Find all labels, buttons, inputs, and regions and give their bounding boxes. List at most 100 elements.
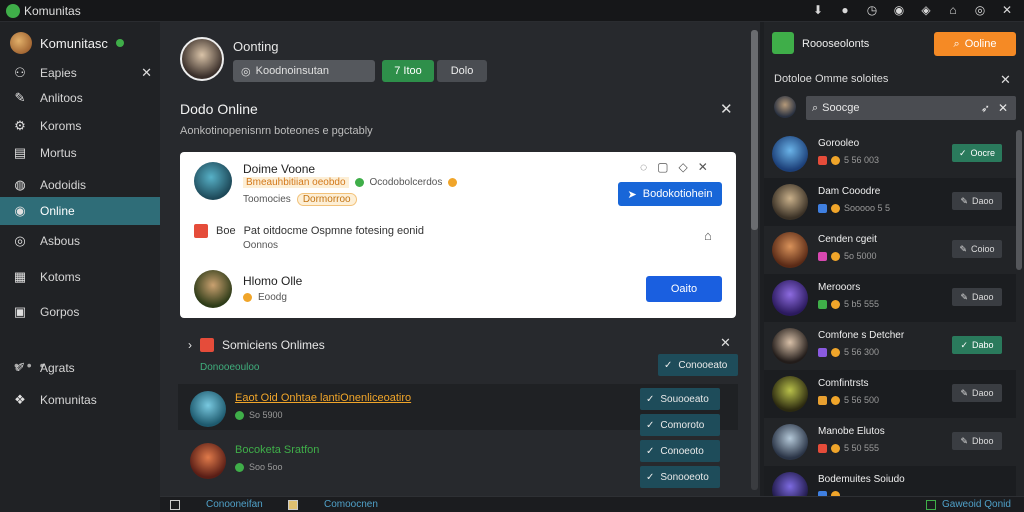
sidebar-item-agrats[interactable]: ✐ Agrats	[0, 354, 160, 382]
member-row[interactable]: Comfone s Detcher 5 56 300 ✓ Dabo	[764, 322, 1016, 370]
right-scrollbar[interactable]	[1016, 130, 1022, 270]
document-icon: ▤	[13, 145, 27, 160]
member-row[interactable]: Manobe Elutos 5 50 555 ✎ Dboo	[764, 418, 1016, 466]
online-icon	[926, 499, 936, 510]
community-row-button[interactable]: ✓ Souooeato	[640, 388, 720, 410]
community-row-name: Bocoketa Sratfon	[235, 444, 320, 456]
member-meta-text: 5 56 003	[844, 155, 880, 165]
sidebar-item-anlitoos[interactable]: ✎ Anlitoos	[0, 84, 160, 112]
shield-icon[interactable]: ◇	[678, 160, 687, 174]
member-row[interactable]: Dam Cooodre Sooooo 5 5 ✎ Daoo	[764, 178, 1016, 226]
member-avatar	[772, 136, 808, 172]
sidebar-item-komunitas[interactable]: ❖ Komunitas	[0, 386, 160, 414]
close-icon[interactable]: ✕	[698, 160, 708, 174]
sidebar-item-eapies[interactable]: ⚇ Eapies	[0, 59, 160, 87]
pin-icon[interactable]: ➶	[981, 102, 990, 115]
notification-icon[interactable]: ◈	[919, 3, 933, 17]
user-avatar[interactable]	[194, 162, 232, 200]
download-icon[interactable]: ⬇	[811, 3, 825, 17]
bell-icon[interactable]: ●	[838, 3, 852, 17]
send-icon: ➤	[627, 188, 637, 201]
card-actions: ◌ ▢ ◇ ✕	[640, 160, 708, 174]
primary-action-button[interactable]: ➤ Bodokotiohein	[618, 182, 722, 206]
community-row-button[interactable]: ✓ Conoeoto	[640, 440, 720, 462]
sidebar-item-online[interactable]: ◉ Online	[0, 197, 160, 225]
close-window-icon[interactable]: ✕	[1000, 3, 1014, 17]
check-icon: ✓	[958, 147, 967, 158]
member-row[interactable]: Cenden cgeit 5o 5000 ✎ Coioo	[764, 226, 1016, 274]
panel-search-input[interactable]: ⌕ Soocge ➶ ✕	[806, 96, 1016, 120]
secondary-action-button[interactable]: Oaito	[646, 276, 722, 302]
online-button[interactable]: ⌕ Ooline	[934, 32, 1016, 56]
status-item[interactable]: Gaweoid Qonid	[926, 499, 1011, 510]
user-meta: Eoodg	[243, 292, 287, 303]
community-row-name: Eaot Oid Onhtae lantiOnenliceoatiro	[235, 392, 412, 404]
sidebar-item-koroms[interactable]: ⚙ Koroms	[0, 112, 160, 140]
chat-icon[interactable]: ◌	[640, 160, 647, 174]
community-row-button[interactable]: ✓ Comoroto	[640, 414, 720, 436]
member-avatar	[772, 376, 808, 412]
pen-icon: ✎	[14, 90, 26, 105]
grey-action-button[interactable]: Dolo	[437, 60, 487, 82]
community-avatar	[190, 443, 226, 479]
member-avatar	[772, 280, 808, 316]
member-name: Comfintrsts	[818, 378, 869, 389]
member-meta: 5 56 003	[818, 155, 879, 165]
member-meta: 5 56 500	[818, 395, 879, 405]
badge-icon	[243, 293, 252, 302]
home-icon[interactable]: ⌂	[946, 3, 960, 17]
right-panel: Roooseolonts ⌕ Ooline Dotoloe Omme soloit…	[764, 22, 1024, 512]
message-icon[interactable]: ▢	[657, 160, 668, 174]
member-row[interactable]: Comfintrsts 5 56 500 ✎ Daoo	[764, 370, 1016, 418]
status-item[interactable]: Comoocnen	[288, 499, 378, 510]
sidebar-item-kotoms[interactable]: ▦ Kotoms	[0, 263, 160, 291]
home-icon[interactable]: ⌂	[704, 228, 712, 243]
panel-close-icon[interactable]: ✕	[1000, 72, 1011, 88]
member-action-button[interactable]: ✓ Dabo	[952, 336, 1002, 354]
app-logo-icon	[6, 4, 20, 18]
badge-icon	[831, 395, 840, 405]
member-action-button[interactable]: ✎ Dboo	[952, 432, 1002, 450]
member-action-button[interactable]: ✓ Oocre	[952, 144, 1002, 162]
user-avatar[interactable]	[774, 96, 796, 118]
card-row[interactable]: Boe Pat oitdocme Ospmne fotesing eonid	[194, 224, 424, 238]
main-scrollbar-thumb[interactable]	[751, 30, 758, 230]
user-role: Toomocies	[243, 194, 291, 205]
user-avatar[interactable]: ◎	[973, 3, 987, 17]
sidebar-item-asbous[interactable]: ◎ Asbous	[0, 227, 160, 255]
member-name: Cenden cgeit	[818, 234, 877, 245]
community-header[interactable]: › Somiciens Onlimes	[188, 338, 325, 352]
profile-search-input[interactable]: ◎ Koodnoinsutan	[233, 60, 375, 82]
member-action-button[interactable]: ✎ Daoo	[952, 288, 1002, 306]
clock-icon[interactable]: ◷	[865, 3, 879, 17]
member-action-button[interactable]: ✎ Coioo	[952, 240, 1002, 258]
check-icon: ✓	[664, 359, 673, 371]
sidebar-item-gorpos[interactable]: ▣ Gorpos	[0, 298, 160, 326]
sidebar-item-mortus[interactable]: ▤ Mortus	[0, 139, 160, 167]
status-item[interactable]: Conooneifan	[170, 499, 263, 510]
member-meta: 5 50 555	[818, 443, 879, 453]
profile-avatar[interactable]	[180, 37, 224, 81]
community-row-button[interactable]: ✓ Sonooeoto	[640, 466, 720, 488]
status-icon	[818, 347, 827, 357]
profile-name: Oonting	[233, 39, 279, 54]
green-action-button[interactable]: 7 Itoo	[382, 60, 434, 82]
clear-icon[interactable]: ✕	[998, 101, 1008, 115]
member-avatar	[772, 328, 808, 364]
help-icon[interactable]: ◉	[892, 3, 906, 17]
sidebar-item-aodoidis[interactable]: ◍ Aodoidis	[0, 171, 160, 199]
edit-icon: ✎	[960, 291, 969, 302]
user-name: Doime Voone	[243, 162, 316, 176]
section-close-icon[interactable]: ✕	[720, 100, 733, 118]
member-meta: 5o 5000	[818, 251, 877, 261]
community-close-icon[interactable]: ✕	[720, 335, 731, 351]
user-avatar[interactable]	[194, 270, 232, 308]
community-header-button[interactable]: ✓ Conooeato	[658, 354, 738, 376]
member-row[interactable]: Gorooleo 5 56 003 ✓ Oocre	[764, 130, 1016, 178]
member-action-button[interactable]: ✎ Daoo	[952, 192, 1002, 210]
sidebar-close-icon[interactable]: ✕	[141, 65, 152, 81]
member-action-button[interactable]: ✎ Daoo	[952, 384, 1002, 402]
member-row[interactable]: Merooors 5 b5 555 ✎ Daoo	[764, 274, 1016, 322]
row-title: Pat oitdocme Ospmne fotesing eonid	[243, 225, 424, 237]
user-status-row: Bmeauhbitiian oeobdo Ocodobolcerdos	[243, 177, 458, 188]
